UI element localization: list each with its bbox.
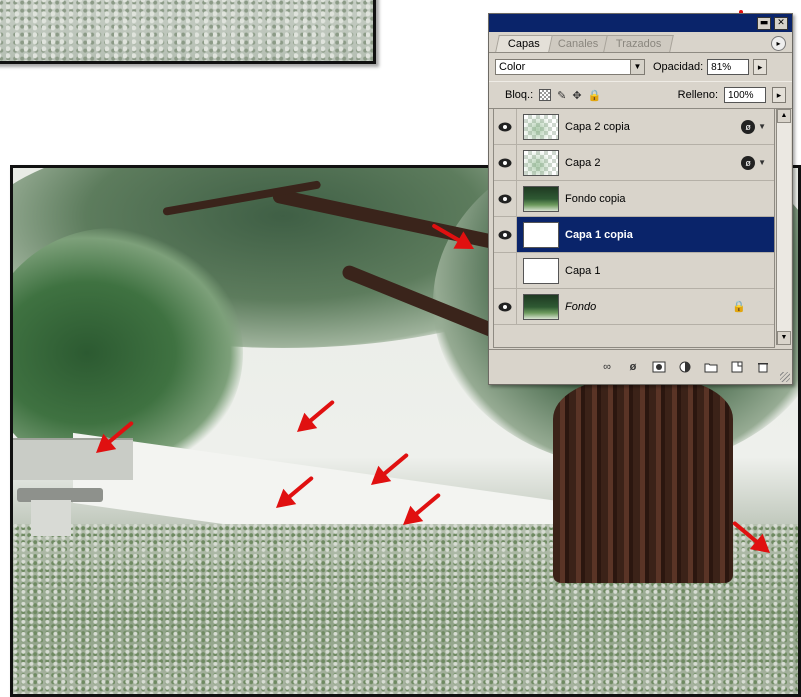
panel-tabs: Capas Canales Trazados ▸: [489, 32, 792, 53]
lock-row: Bloq.: ✎ ✥ 🔒 Relleno: 100% ▸: [489, 81, 792, 109]
opacity-input[interactable]: 81%: [707, 59, 750, 75]
fill-input[interactable]: 100%: [724, 87, 766, 103]
layer-style-icon[interactable]: ø: [626, 361, 640, 373]
layer-row-selected[interactable]: Capa 1 copia: [494, 217, 774, 253]
panel-menu-icon[interactable]: ▸: [771, 36, 786, 51]
layer-name: Capa 2: [565, 156, 601, 169]
layer-row[interactable]: Fondo 🔒: [494, 289, 774, 325]
visibility-eye-icon[interactable]: [494, 109, 517, 144]
panel-titlebar[interactable]: ▬ ✕: [489, 14, 792, 32]
layer-thumbnail: [523, 185, 559, 212]
new-layer-icon[interactable]: [730, 361, 744, 373]
close-button[interactable]: ✕: [774, 16, 788, 30]
layer-row[interactable]: Capa 1: [494, 253, 774, 289]
visibility-eye-icon[interactable]: [494, 289, 517, 324]
tab-canales[interactable]: Canales: [544, 35, 611, 52]
trash-icon[interactable]: [756, 361, 770, 373]
layer-thumbnail: [523, 221, 559, 248]
chevron-down-icon[interactable]: ▼: [758, 158, 766, 167]
tree-trunk: [553, 378, 733, 583]
layer-thumbnail: [523, 293, 559, 320]
stone-wall: [13, 438, 133, 480]
layer-thumbnail: [523, 113, 559, 140]
visibility-eye-icon[interactable]: [494, 181, 517, 216]
layer-name: Capa 1 copia: [565, 228, 633, 241]
visibility-eye-icon[interactable]: [494, 145, 517, 180]
opacity-label: Opacidad:: [653, 61, 704, 73]
link-icon[interactable]: ∞: [600, 361, 614, 373]
scroll-up-icon[interactable]: ▲: [777, 109, 791, 123]
adjustment-icon[interactable]: [678, 361, 692, 373]
blend-mode-value: Color: [499, 61, 526, 73]
minimize-button[interactable]: ▬: [757, 16, 771, 30]
layers-panel: ▬ ✕ Capas Canales Trazados ▸ Color ▼ Opa…: [488, 13, 793, 385]
visibility-toggle-off[interactable]: [494, 253, 517, 288]
layer-name: Fondo: [565, 300, 597, 313]
layer-effects-icon[interactable]: ø: [741, 155, 756, 170]
layers-list: Capa 2 copia ø ▼ Capa 2 ø ▼ Fondo copia …: [493, 108, 775, 348]
layer-thumbnail: [523, 257, 559, 284]
chevron-down-icon[interactable]: ▼: [630, 60, 644, 74]
blend-row: Color ▼ Opacidad: 81% ▸: [489, 53, 792, 81]
layer-name: Capa 2 copia: [565, 120, 630, 133]
opacity-slider-button[interactable]: ▸: [753, 59, 768, 75]
layer-thumbnail: [523, 149, 559, 176]
tab-trazados[interactable]: Trazados: [603, 35, 675, 52]
layers-scrollbar[interactable]: ▲ ▼: [776, 109, 791, 345]
layer-row[interactable]: Capa 2 ø ▼: [494, 145, 774, 181]
tab-capas[interactable]: Capas: [495, 35, 553, 52]
layer-effects-icon[interactable]: ø: [741, 119, 756, 134]
chevron-down-icon[interactable]: ▼: [758, 122, 766, 131]
fill-slider-button[interactable]: ▸: [772, 87, 786, 103]
lock-all-icon[interactable]: 🔒: [588, 89, 602, 102]
resize-grip[interactable]: [780, 372, 790, 382]
layer-row[interactable]: Fondo copia: [494, 181, 774, 217]
lock-position-icon[interactable]: ✥: [572, 89, 581, 102]
layer-name: Fondo copia: [565, 192, 626, 205]
fill-label: Relleno:: [677, 89, 718, 101]
scroll-down-icon[interactable]: ▼: [777, 331, 791, 345]
lock-icon: 🔒: [732, 301, 746, 313]
mask-icon[interactable]: [652, 361, 666, 373]
lock-transparency-icon[interactable]: [539, 89, 552, 101]
lock-label: Bloq.:: [505, 89, 534, 101]
group-folder-icon[interactable]: [704, 361, 718, 373]
lock-paint-icon[interactable]: ✎: [557, 89, 566, 102]
layer-name: Capa 1: [565, 264, 601, 277]
stone-bench-base: [31, 500, 71, 536]
top-photo-thumbnail: [0, 0, 376, 64]
visibility-eye-icon[interactable]: [494, 217, 517, 252]
layer-row[interactable]: Capa 2 copia ø ▼: [494, 109, 774, 145]
blend-mode-select[interactable]: Color ▼: [495, 59, 645, 75]
panel-bottom-toolbar: ∞ ø: [489, 349, 792, 384]
